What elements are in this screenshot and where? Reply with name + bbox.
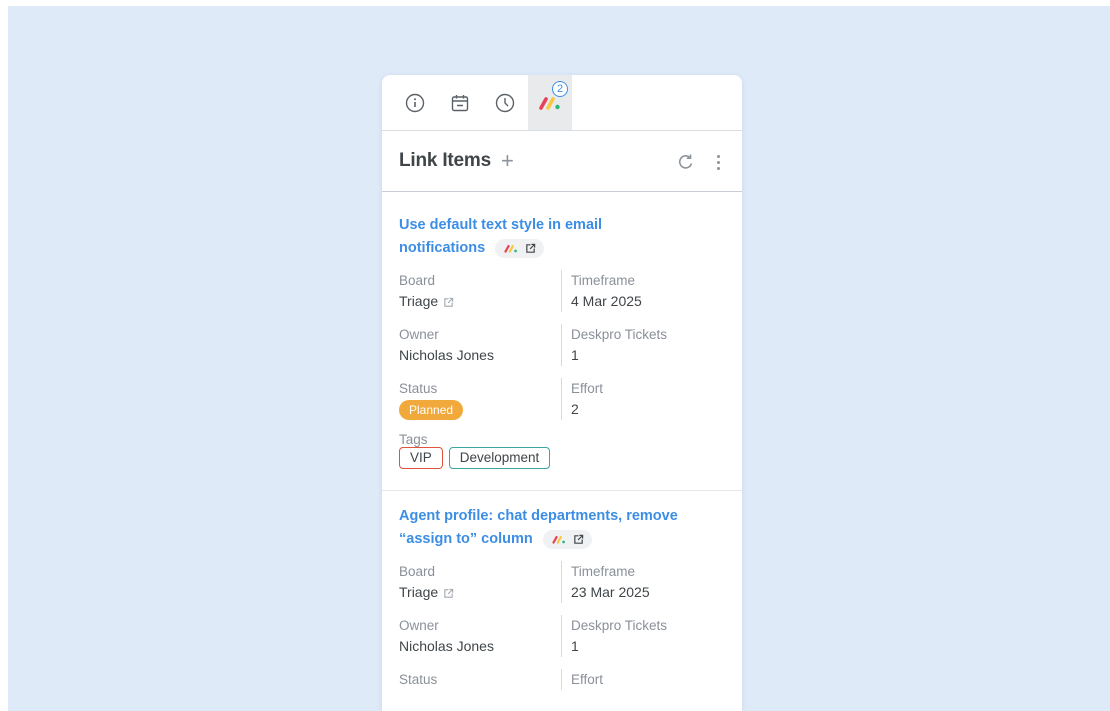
board-field: Board Triage <box>399 561 561 603</box>
header-actions <box>677 153 720 171</box>
owner-field: Owner Nicholas Jones <box>399 615 561 657</box>
refresh-icon[interactable] <box>677 153 695 171</box>
status-field: Status Planned <box>399 378 561 420</box>
status-field: Status <box>399 672 438 687</box>
info-icon <box>405 93 424 112</box>
tab-info[interactable] <box>392 75 437 130</box>
external-link-icon <box>526 243 536 253</box>
item-fields: Board Triage Timeframe 4 Mar 2025 Owner … <box>399 270 725 420</box>
effort-field: Effort 2 <box>561 378 725 420</box>
monday-link-chip[interactable] <box>495 238 545 258</box>
board-value: Triage <box>399 584 439 600</box>
tags-field: Tags VIP Development <box>399 432 725 469</box>
section-title: Link Items <box>399 150 491 171</box>
timeframe-value: 4 Mar 2025 <box>571 293 642 309</box>
link-item: Agent profile: chat departments, remove … <box>382 490 742 690</box>
tickets-field: Deskpro Tickets 1 <box>561 324 725 366</box>
tickets-value: 1 <box>571 347 579 363</box>
tab-calendar[interactable] <box>437 75 482 130</box>
board-value: Triage <box>399 293 439 309</box>
tab-bar: 2 <box>382 75 742 131</box>
timeframe-field: Timeframe 23 Mar 2025 <box>561 561 725 603</box>
owner-value: Nicholas Jones <box>399 347 494 363</box>
owner-value: Nicholas Jones <box>399 638 494 654</box>
tab-history[interactable] <box>482 75 527 130</box>
external-link-icon[interactable] <box>443 588 454 599</box>
plus-icon[interactable]: + <box>501 150 514 172</box>
calendar-icon <box>451 94 468 111</box>
owner-field: Owner Nicholas Jones <box>399 324 561 366</box>
sidebar-panel: 2 Link Items + Use default text style in… <box>382 75 742 711</box>
monday-logo-icon <box>504 244 518 253</box>
kebab-menu-icon[interactable] <box>717 154 720 170</box>
link-item: Use default text style in email notifica… <box>382 192 742 490</box>
effort-field: Effort <box>561 669 725 690</box>
tickets-field: Deskpro Tickets 1 <box>561 615 725 657</box>
timeframe-field: Timeframe 4 Mar 2025 <box>561 270 725 312</box>
section-header: Link Items + <box>382 131 742 192</box>
item-title[interactable]: Use default text style in email notifica… <box>399 214 725 260</box>
board-field: Board Triage <box>399 270 561 312</box>
effort-value: 2 <box>571 401 579 417</box>
tab-monday[interactable]: 2 <box>528 75 572 130</box>
timeframe-value: 23 Mar 2025 <box>571 584 650 600</box>
notification-badge: 2 <box>552 81 568 97</box>
external-link-icon <box>574 534 584 544</box>
external-link-icon[interactable] <box>443 297 454 308</box>
monday-logo-icon <box>552 535 565 544</box>
status-badge: Planned <box>399 400 464 420</box>
item-fields: Board Triage Timeframe 23 Mar 2025 Owner… <box>399 561 725 690</box>
tickets-value: 1 <box>571 638 579 654</box>
tag-development: Development <box>448 447 551 469</box>
item-title[interactable]: Agent profile: chat departments, remove … <box>399 505 725 551</box>
monday-link-chip[interactable] <box>542 529 592 549</box>
tag-vip: VIP <box>399 447 443 469</box>
clock-icon <box>495 93 514 112</box>
